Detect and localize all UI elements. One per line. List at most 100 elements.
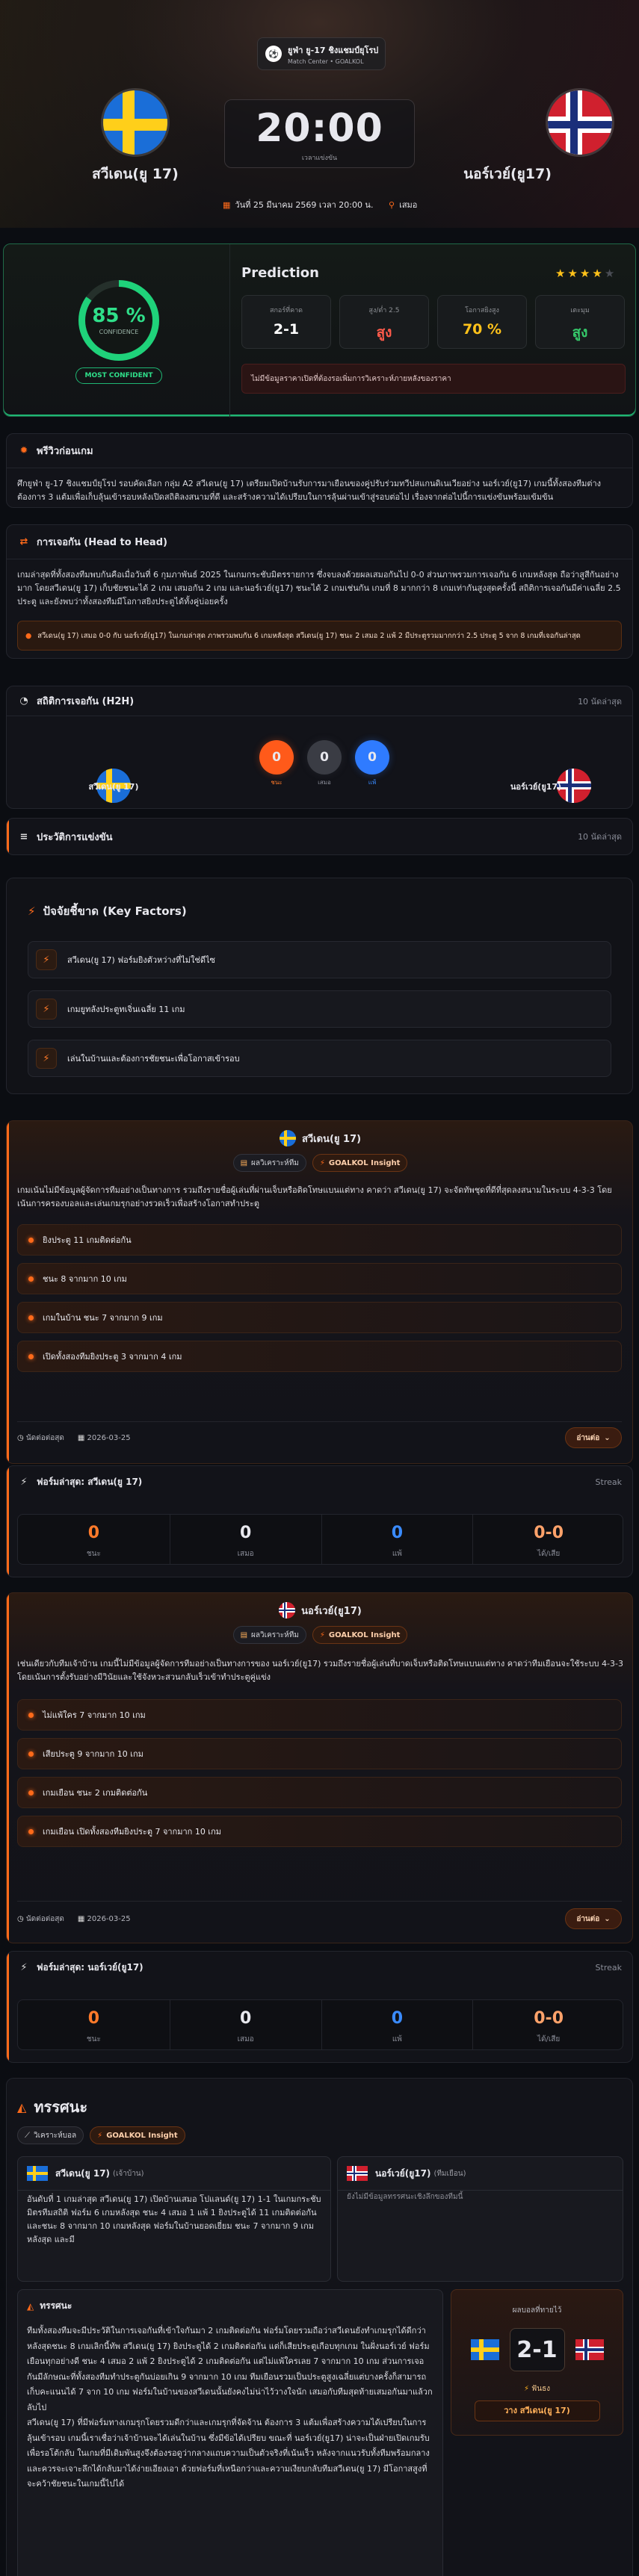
prediction-note: ไม่มีข้อมูลราคาเปิดที่ต้องรอเพิ่มการวิเค…	[241, 364, 626, 394]
prediction-stat: สูง/ต่ำ 2.5 สูง	[339, 295, 429, 349]
predicted-score-card: ผลบอลที่ทายไว้ 2-1 ⚡ ฟันธง วาง สวีเดน(ยู…	[451, 2289, 623, 2436]
preview-title: พรีวิวก่อนเกม	[37, 446, 93, 457]
form-stat-glow	[170, 2049, 321, 2050]
tip-pick[interactable]: วาง สวีเดน(ยู 17)	[474, 2400, 600, 2421]
home-form-stats: 0 ชนะ 0 เสมอ 0 แพ้ 0-0 ได้/เสีย	[17, 1514, 623, 1565]
away-insight-section: นอร์เวย์(ยู17) ▤ ผลวิเคราะห์ทีม ⚡ GOALKOL …	[6, 1592, 633, 1943]
home-insight-bullet: เกมในบ้าน ชนะ 7 จากมาก 9 เกม	[17, 1302, 622, 1333]
prediction-stats: สกอร์ที่คาด 2-1 สูง/ต่ำ 2.5 สูง โอกาสยิงสูง 7…	[241, 295, 626, 349]
most-confident-badge: MOST CONFIDENT	[75, 367, 162, 384]
away-insight-text: เช่นเดียวกับทีมเจ้าบ้าน เกมนี้ไม่มีข้อมู…	[17, 1659, 623, 1682]
match-venue: ⚲ เสมอ	[389, 199, 418, 211]
form-stat: 0 เสมอ	[169, 2000, 321, 2050]
star-icon: ★	[567, 267, 580, 280]
h2h-result-value: 0	[259, 740, 294, 775]
home-insight-bullet: ยิงประตู 11 เกมติดต่อกัน	[17, 1224, 622, 1256]
calendar-icon: ▦	[77, 1914, 85, 1923]
home-insight-brand[interactable]: ⚡ GOALKOL Insight	[312, 1154, 408, 1172]
location-pin-icon: ⚲	[389, 199, 395, 210]
analysis-away-card: นอร์เวย์(ยู17) (ทีมเยือน) ยังไม่มีข้อมูล…	[337, 2156, 623, 2282]
preview-text: ศึกยูฟ่า ยู-17 ชิงแชมป์ยุโรป รอบคัดเลือก…	[17, 479, 602, 502]
confidence-value: 85 %	[92, 305, 146, 327]
league-logo-icon: ⚽	[265, 46, 282, 62]
h2h-summary-section: ⇄ การเจอกัน (Head to Head) เกมล่าสุดที่ทั…	[6, 524, 633, 659]
form-stat-value: 0	[391, 1524, 404, 1542]
h2h-result-circle: 0 แพ้	[355, 740, 389, 787]
calendar-icon: ▦	[77, 1433, 85, 1442]
analysis-brand[interactable]: ⚡ GOALKOL Insight	[90, 2126, 185, 2144]
h2h-summary-title: การเจอกัน (Head to Head)	[37, 537, 167, 548]
predicted-score-title: ผลบอลที่ทายไว้	[512, 2306, 562, 2315]
form-stat-value: 0	[391, 2009, 404, 2028]
megaphone-icon: ◭	[27, 2300, 34, 2312]
analysis-section: ◭ ทรรศนะ ⟋ วิเคราะห์บอล ⚡ GOALKOL Insight …	[6, 2078, 633, 2576]
history-range: 10 นัดล่าสุด	[578, 832, 622, 842]
history-section[interactable]: ≡ ประวัติการแข่งขัน 10 นัดล่าสุด	[6, 818, 633, 855]
form-stat-label: แพ้	[392, 1550, 402, 1558]
analysis-title: ทรรศนะ	[34, 2098, 88, 2116]
lightning-icon: ⚡	[20, 1476, 28, 1488]
form-stat-value: 0	[239, 2009, 252, 2028]
chevron-down-icon: ⌄	[604, 1433, 611, 1442]
form-stat-glow	[473, 2049, 623, 2050]
form-stat-label: ชนะ	[86, 2035, 101, 2043]
h2h-home-name: สวีเดน(ยู 17)	[88, 782, 139, 792]
form-stat-glow	[18, 2049, 170, 2050]
h2h-result-value: 0	[355, 740, 389, 775]
home-team-flag[interactable]	[101, 88, 170, 157]
confidence-ring: 85 % CONFIDENCE	[78, 280, 159, 361]
away-insight-bullet: เกมเยือน เปิดทั้งสองทีมยิงประตู 7 จากมาก…	[17, 1816, 622, 1847]
h2h-stats-title: สถิติการเจอกัน (H2H)	[37, 696, 135, 707]
away-form-stats: 0 ชนะ 0 เสมอ 0 แพ้ 0-0 ได้/เสีย	[17, 1999, 623, 2050]
home-read-more-button[interactable]: อ่านต่อ ⌄	[565, 1427, 622, 1448]
key-factor-item: ⚡ เกมยูทลังประตูทเจิ่นเฉลี่ย 11 เกม	[28, 990, 611, 1028]
h2h-results: 0 ชนะ 0 เสมอ 0 แพ้	[259, 740, 394, 792]
tip-label: ฟันธง	[531, 2385, 551, 2393]
analysis-home-text: อันดับที่ 1 เกมล่าสุด สวีเดน(ยู 17) เปิด…	[27, 2194, 321, 2244]
h2h-summary-text: เกมล่าสุดที่ทั้งสองทีมพบกันคือเมื่อวันที…	[17, 570, 621, 606]
prediction-stat: สกอร์ที่คาด 2-1	[241, 295, 331, 349]
h2h-highlight: ● สวีเดน(ยู 17) เสมอ 0-0 กับ นอร์เวย์(ยู…	[17, 621, 622, 651]
key-factor-item: ⚡ เล่นในบ้านและต้องการชัยชนะเพื่อโอกาสเข้…	[28, 1040, 611, 1077]
league-name: ยูฟ่า ยู-17 ชิงแชมป์ยุโรป	[288, 45, 379, 55]
kickoff-time: 20:00	[256, 106, 383, 151]
prediction-stat-value: สูง	[376, 324, 392, 341]
away-insight-bullet: ไม่แพ้ใคร 7 จากมาก 10 เกม	[17, 1699, 622, 1731]
form-stat-label: แพ้	[392, 2035, 402, 2043]
key-factors-section: ⚡ ปัจจัยชี้ขาด (Key Factors) ⚡ สวีเดน(ยู …	[6, 878, 633, 1094]
last-match-label: ◷ นัดต่อต่อสุด	[17, 1914, 64, 1923]
away-team-flag[interactable]	[546, 88, 615, 157]
home-form-streak: Streak	[595, 1477, 622, 1487]
away-insight-bullet: เกมเยือน ชนะ 2 เกมติดต่อกัน	[17, 1777, 622, 1808]
home-flag-icon	[279, 1130, 296, 1146]
h2h-stats-range: 10 นัดล่าสุด	[578, 696, 622, 707]
flame-icon: ✹	[19, 445, 28, 456]
h2h-result-circle: 0 ชนะ	[259, 740, 294, 787]
form-stat-value: 0-0	[534, 1524, 564, 1542]
prediction-stat-label: สกอร์ที่คาด	[269, 307, 303, 314]
form-stat-value: 0	[87, 1524, 100, 1542]
h2h-stats-section: ◔ สถิติการเจอกัน (H2H) 10 นัดล่าสุด สวีเดน…	[6, 686, 633, 809]
analysis-home-card: สวีเดน(ยู 17) (เจ้าบ้าน) อันดับที่ 1 เกม…	[17, 2156, 331, 2282]
chevron-down-icon: ⌄	[604, 1914, 611, 1923]
away-insight-tag[interactable]: ▤ ผลวิเคราะห์ทีม	[232, 1626, 306, 1644]
lightning-icon: ⚡	[97, 2131, 103, 2140]
lightning-icon: ⚡	[36, 1048, 57, 1069]
analysis-tag[interactable]: ⟋ วิเคราะห์บอล	[17, 2126, 84, 2144]
info-icon: ●	[25, 631, 32, 640]
h2h-result-label: ชนะ	[271, 779, 283, 786]
last-match-label: ◷ นัดต่อต่อสุด	[17, 1433, 64, 1442]
key-factors-title: ปัจจัยชี้ขาด (Key Factors)	[43, 904, 187, 918]
last-match-date: ▦ 2026-03-25	[77, 1914, 131, 1923]
home-insight-section: สวีเดน(ยู 17) ▤ ผลวิเคราะห์ทีม ⚡ GOALKOL I…	[6, 1120, 633, 1464]
away-read-more-button[interactable]: อ่านต่อ ⌄	[565, 1908, 622, 1929]
home-insight-tag[interactable]: ▤ ผลวิเคราะห์ทีม	[232, 1154, 306, 1172]
lightning-icon: ⚡	[36, 999, 57, 1019]
away-insight-brand[interactable]: ⚡ GOALKOL Insight	[312, 1626, 408, 1644]
home-team-name[interactable]: สวีเดน(ยู 17)	[75, 163, 196, 185]
calendar-icon: ▦	[223, 199, 231, 210]
league-chip[interactable]: ⚽ ยูฟ่า ยู-17 ชิงแชมป์ยุโรป Match Center…	[257, 37, 386, 70]
kickoff-box: 20:00 เวลาแข่งขัน	[224, 99, 415, 168]
away-team-name[interactable]: นอร์เวย์(ยู17)	[447, 163, 568, 185]
document-icon: ▤	[240, 1630, 248, 1639]
